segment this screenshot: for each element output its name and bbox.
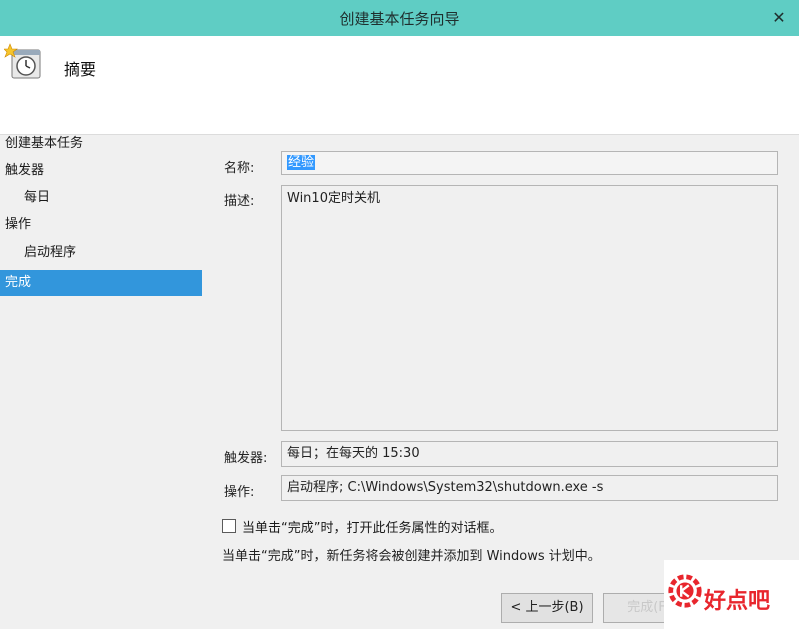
wizard-steps-sidebar: 创建基本任务 触发器 每日 操作 启动程序 完成 <box>0 134 204 629</box>
trigger-summary-field: 每日；在每天的 15:30 <box>281 441 778 467</box>
step-start-program[interactable]: 启动程序 <box>0 240 202 266</box>
title-bar: 创建基本任务向导 ✕ <box>0 0 799 36</box>
step-action[interactable]: 操作 <box>0 212 202 238</box>
description-field[interactable]: Win10定时关机 <box>281 185 778 431</box>
name-field[interactable]: 经验 <box>281 151 778 175</box>
step-finish[interactable]: 完成 <box>0 270 202 296</box>
step-create-basic-task[interactable]: 创建基本任务 <box>0 131 202 157</box>
name-value: 经验 <box>287 155 316 170</box>
watermark-gear-logo-icon <box>668 574 702 608</box>
checkbox-label: 当单击“完成”时，打开此任务属性的对话框。 <box>242 521 503 536</box>
action-summary-field: 启动程序; C:\Windows\System32\shutdown.exe -… <box>281 475 778 501</box>
watermark: 好点吧 <box>664 560 799 629</box>
finish-info-text: 当单击“完成”时，新任务将会被创建并添加到 Windows 计划中。 <box>222 549 601 564</box>
window-title: 创建基本任务向导 <box>339 10 460 28</box>
step-daily[interactable]: 每日 <box>0 185 202 211</box>
page-heading: 摘要 <box>64 60 97 79</box>
watermark-text: 好点吧 <box>704 589 771 614</box>
name-label: 名称: <box>224 161 255 176</box>
back-button[interactable]: < 上一步(B) <box>501 593 593 623</box>
trigger-label: 触发器: <box>224 451 268 466</box>
checkbox-box[interactable] <box>222 519 236 533</box>
wizard-header: 摘要 <box>0 36 799 135</box>
description-label: 描述: <box>224 194 255 209</box>
step-trigger[interactable]: 触发器 <box>0 158 202 184</box>
close-icon[interactable]: ✕ <box>767 6 791 30</box>
action-label: 操作: <box>224 485 255 500</box>
scheduled-task-clock-icon <box>4 43 41 79</box>
